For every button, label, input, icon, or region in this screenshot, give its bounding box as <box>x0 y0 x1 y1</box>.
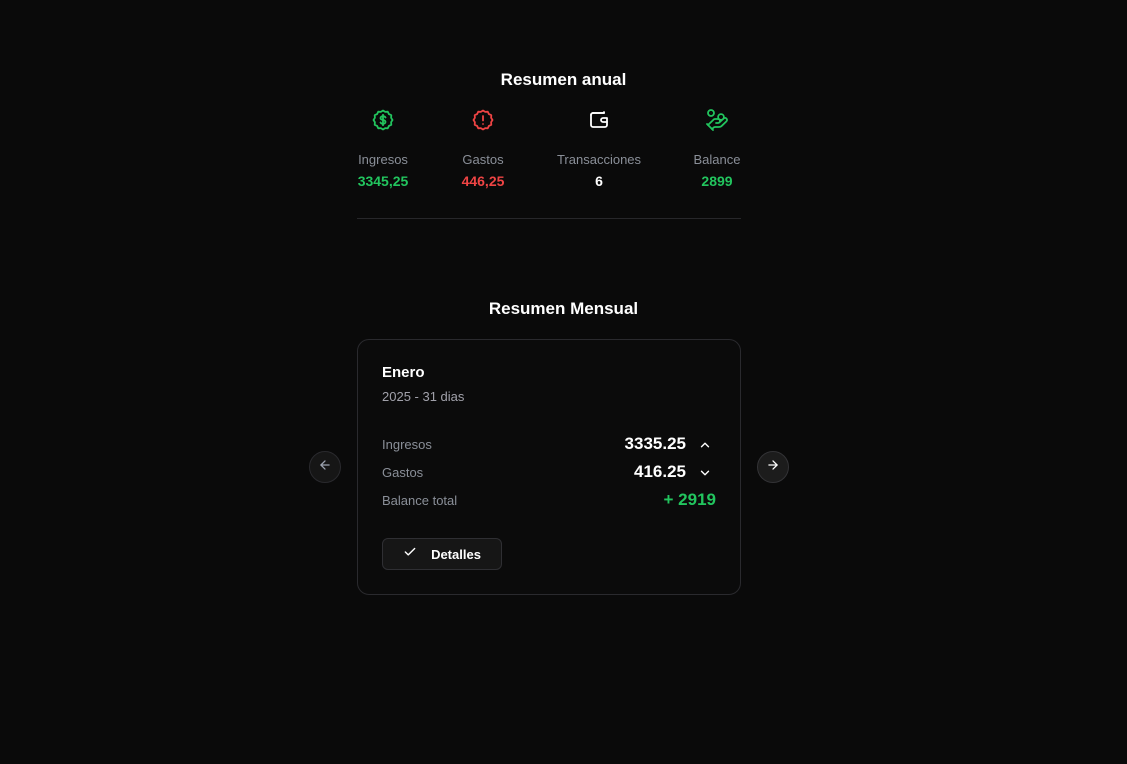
section-divider <box>357 218 741 219</box>
stat-value: 446,25 <box>461 173 505 189</box>
month-name: Enero <box>382 364 425 381</box>
income-value: 3335.25 <box>624 434 686 453</box>
stat-value: 6 <box>595 173 603 189</box>
stat-balance: Balance 2899 <box>693 108 741 189</box>
dollar-badge-icon <box>371 108 395 132</box>
chevron-down-icon <box>698 466 712 480</box>
arrow-right-icon <box>766 458 780 477</box>
monthly-card: Enero 2025 - 31 dias Ingresos 3335.25 Ga… <box>357 339 741 595</box>
stat-value: 2899 <box>701 173 733 189</box>
monthly-summary-title: Resumen Mensual <box>488 299 639 318</box>
arrow-left-icon <box>318 458 332 477</box>
balance-value: + 2919 <box>663 490 716 509</box>
stat-label: Balance <box>693 152 741 167</box>
page: Resumen anual Ingresos 3345,25 Gastos 44… <box>0 0 1127 764</box>
annual-summary-title: Resumen anual <box>500 70 627 89</box>
stat-value: 3345,25 <box>357 173 409 189</box>
expense-row: Gastos 416.25 <box>382 462 716 484</box>
stat-ingresos: Ingresos 3345,25 <box>357 108 409 189</box>
stat-gastos: Gastos 446,25 <box>461 108 505 189</box>
hand-coins-icon <box>705 108 729 132</box>
stat-label: Transacciones <box>556 152 642 167</box>
chevron-up-icon <box>698 438 712 452</box>
details-button-label: Detalles <box>431 546 481 562</box>
month-subtitle: 2025 - 31 dias <box>382 389 465 404</box>
balance-label: Balance total <box>382 493 458 508</box>
check-icon <box>403 545 417 564</box>
income-row: Ingresos 3335.25 <box>382 434 716 456</box>
stat-transacciones: Transacciones 6 <box>556 108 642 189</box>
previous-month-button[interactable] <box>309 451 341 483</box>
stat-label: Ingresos <box>358 152 408 167</box>
annual-stats: Ingresos 3345,25 Gastos 446,25 Transacci… <box>357 108 741 198</box>
next-month-button[interactable] <box>757 451 789 483</box>
details-button[interactable]: Detalles <box>382 538 502 570</box>
expense-label: Gastos <box>382 465 424 480</box>
income-label: Ingresos <box>382 437 432 452</box>
alert-badge-icon <box>471 108 495 132</box>
wallet-icon <box>587 108 611 132</box>
balance-row: Balance total + 2919 <box>382 490 716 512</box>
stat-label: Gastos <box>462 152 504 167</box>
expense-value: 416.25 <box>634 462 686 481</box>
